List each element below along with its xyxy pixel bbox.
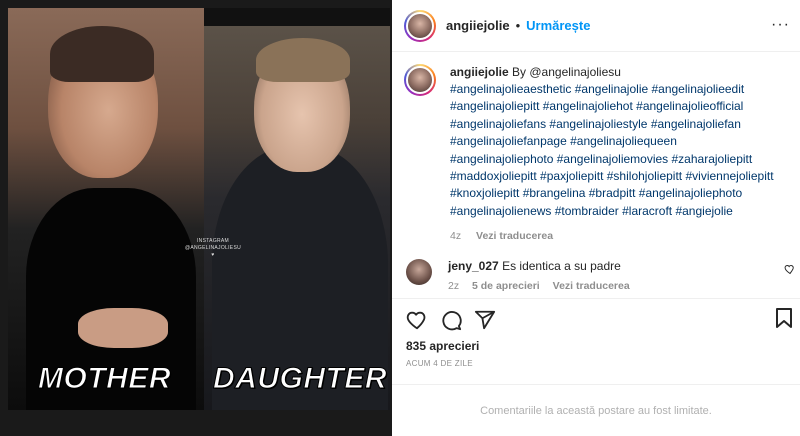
caption-age[interactable]: 4z — [450, 230, 461, 242]
post-actions-section: 835 aprecieri ACUM 4 DE ZILE — [392, 298, 800, 368]
more-options-icon[interactable]: ··· — [771, 16, 790, 34]
share-icon[interactable] — [474, 309, 496, 331]
caption-username[interactable]: angiiejolie — [450, 65, 509, 79]
daughter-photo — [204, 26, 390, 410]
comment-like-icon[interactable] — [784, 263, 796, 275]
post-timestamp[interactable]: ACUM 4 DE ZILE — [392, 353, 800, 368]
caption-avatar[interactable] — [404, 64, 436, 96]
header-separator: • — [515, 18, 521, 33]
see-translation-link[interactable]: Vezi traducerea — [476, 230, 553, 242]
header-username[interactable]: angiiejolie — [446, 18, 510, 33]
mother-photo — [8, 8, 204, 410]
comment-item: jeny_027 Es identica a su padre 2z 5 de … — [392, 259, 800, 292]
comment-likes[interactable]: 5 de aprecieri — [472, 280, 540, 292]
caption-hashtags[interactable]: #angelinajolieaesthetic #angelinajolie #… — [450, 81, 780, 220]
avatar[interactable] — [404, 9, 436, 42]
likes-count[interactable]: 835 aprecieri — [392, 335, 800, 353]
comment-username[interactable]: jeny_027 — [448, 259, 499, 273]
comment-icon[interactable] — [440, 309, 462, 331]
comment-age[interactable]: 2z — [448, 280, 459, 292]
comment-text: Es identica a su padre — [502, 259, 621, 274]
comment-meta: 2z 5 de aprecieri Vezi traducerea — [448, 280, 778, 292]
post-header: angiiejolie • Urmărește ··· — [392, 0, 800, 52]
follow-button[interactable]: Urmărește — [526, 18, 590, 33]
action-bar — [392, 299, 800, 335]
image-caption-mother: MOTHER — [38, 362, 172, 396]
post-caption: angiiejolie By @angelinajoliesu #angelin… — [392, 52, 800, 245]
caption-meta: 4z Vezi traducerea — [450, 228, 780, 245]
comments-limited-notice: Comentariile la această postare au fost … — [392, 384, 800, 436]
post-image: INSTAGRAM @ANGELINAJOLIESU ♥ MOTHER DAUG… — [8, 8, 390, 410]
caption-text: By @angelinajoliesu — [512, 65, 621, 79]
image-caption-daughter: DAUGHTER — [213, 362, 388, 396]
heart-icon[interactable] — [406, 309, 428, 331]
comment-translation-link[interactable]: Vezi traducerea — [553, 280, 630, 292]
image-watermark: INSTAGRAM @ANGELINAJOLIESU ♥ — [184, 238, 241, 258]
post-side-panel: angiiejolie • Urmărește ··· angiiejolie … — [392, 0, 800, 436]
post-media[interactable]: INSTAGRAM @ANGELINAJOLIESU ♥ MOTHER DAUG… — [0, 0, 392, 436]
bookmark-icon[interactable] — [774, 307, 794, 329]
comment-avatar[interactable] — [406, 259, 432, 286]
